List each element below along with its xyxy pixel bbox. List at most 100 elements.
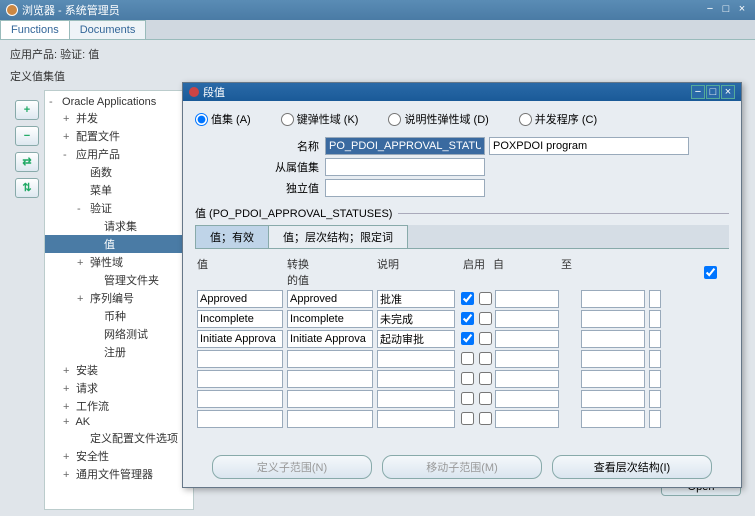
minimize-icon[interactable]: − xyxy=(703,3,717,17)
tree-item[interactable]: + 序列编号 xyxy=(45,289,193,307)
radio-keyflex[interactable]: 键弹性域 (K) xyxy=(281,111,359,127)
dlg-close-icon[interactable]: × xyxy=(721,85,735,99)
cell-chk2[interactable] xyxy=(479,312,492,325)
tree-item[interactable]: 值 xyxy=(45,235,193,253)
cell-to[interactable] xyxy=(581,350,645,368)
cell-end[interactable] xyxy=(649,330,661,348)
cell-value[interactable] xyxy=(197,390,283,408)
cell-from[interactable] xyxy=(495,310,559,328)
cell-to[interactable] xyxy=(581,330,645,348)
dlg-minimize-icon[interactable]: − xyxy=(691,85,705,99)
cell-value[interactable] xyxy=(197,310,283,328)
cell-enabled[interactable] xyxy=(461,332,474,345)
parent-field[interactable] xyxy=(325,158,485,176)
define-sub-button[interactable]: 定义子范围(N) xyxy=(212,455,372,479)
tree-item[interactable]: + 工作流 xyxy=(45,397,193,415)
cell-desc[interactable] xyxy=(377,350,455,368)
cell-conv[interactable] xyxy=(287,310,373,328)
cell-to[interactable] xyxy=(581,410,645,428)
tree-item[interactable]: 管理文件夹 xyxy=(45,271,193,289)
tree-item[interactable]: + AK xyxy=(45,415,193,429)
cell-enabled[interactable] xyxy=(461,412,474,425)
cell-end[interactable] xyxy=(649,370,661,388)
cell-end[interactable] xyxy=(649,390,661,408)
cell-end[interactable] xyxy=(649,310,661,328)
cell-conv[interactable] xyxy=(287,350,373,368)
tree-item[interactable]: 网络测试 xyxy=(45,325,193,343)
tree-item[interactable]: 请求集 xyxy=(45,217,193,235)
cell-value[interactable] xyxy=(197,330,283,348)
side-btn-2[interactable]: ⇄ xyxy=(15,152,39,172)
name-desc-field[interactable] xyxy=(489,137,689,155)
cell-desc[interactable] xyxy=(377,390,455,408)
cell-from[interactable] xyxy=(495,410,559,428)
close-icon[interactable]: × xyxy=(735,3,749,17)
cell-enabled[interactable] xyxy=(461,312,474,325)
cell-to[interactable] xyxy=(581,390,645,408)
group-enabled-checkbox[interactable] xyxy=(704,266,717,279)
cell-conv[interactable] xyxy=(287,390,373,408)
tree-item[interactable]: - 验证 xyxy=(45,199,193,217)
radio-concprog[interactable]: 并发程序 (C) xyxy=(519,111,597,127)
tree-item[interactable]: + 安全性 xyxy=(45,447,193,465)
cell-enabled[interactable] xyxy=(461,372,474,385)
radio-descflex[interactable]: 说明性弹性域 (D) xyxy=(388,111,488,127)
cell-chk2[interactable] xyxy=(479,352,492,365)
tree-item[interactable]: + 弹性域 xyxy=(45,253,193,271)
tree-item[interactable]: 函数 xyxy=(45,163,193,181)
tree-item[interactable]: + 通用文件管理器 xyxy=(45,465,193,483)
tree-item[interactable]: - 应用产品 xyxy=(45,145,193,163)
tree-item[interactable]: + 配置文件 xyxy=(45,127,193,145)
cell-from[interactable] xyxy=(495,330,559,348)
cell-chk2[interactable] xyxy=(479,292,492,305)
cell-chk2[interactable] xyxy=(479,392,492,405)
cell-to[interactable] xyxy=(581,290,645,308)
cell-value[interactable] xyxy=(197,370,283,388)
cell-conv[interactable] xyxy=(287,290,373,308)
cell-end[interactable] xyxy=(649,350,661,368)
cell-enabled[interactable] xyxy=(461,352,474,365)
side-btn-3[interactable]: ⇅ xyxy=(15,178,39,198)
name-field[interactable] xyxy=(325,137,485,155)
cell-desc[interactable] xyxy=(377,290,455,308)
tree-item[interactable]: + 安装 xyxy=(45,361,193,379)
side-btn-0[interactable]: + xyxy=(15,100,39,120)
cell-end[interactable] xyxy=(649,290,661,308)
move-sub-button[interactable]: 移动子范围(M) xyxy=(382,455,542,479)
cell-value[interactable] xyxy=(197,410,283,428)
tab-functions[interactable]: Functions xyxy=(0,20,70,39)
cell-enabled[interactable] xyxy=(461,392,474,405)
inner-tab-effective[interactable]: 值；有效 xyxy=(195,225,269,248)
tab-documents[interactable]: Documents xyxy=(69,20,147,39)
cell-from[interactable] xyxy=(495,390,559,408)
cell-desc[interactable] xyxy=(377,310,455,328)
indep-field[interactable] xyxy=(325,179,485,197)
maximize-icon[interactable]: □ xyxy=(719,3,733,17)
tree-item[interactable]: + 请求 xyxy=(45,379,193,397)
inner-tab-hierarchy[interactable]: 值；层次结构；限定词 xyxy=(268,225,408,248)
cell-value[interactable] xyxy=(197,350,283,368)
side-btn-1[interactable]: − xyxy=(15,126,39,146)
tree-item[interactable]: 币种 xyxy=(45,307,193,325)
cell-desc[interactable] xyxy=(377,410,455,428)
view-hier-button[interactable]: 查看层次结构(I) xyxy=(552,455,712,479)
cell-chk2[interactable] xyxy=(479,412,492,425)
cell-value[interactable] xyxy=(197,290,283,308)
tree-item[interactable]: + 并发 xyxy=(45,109,193,127)
cell-conv[interactable] xyxy=(287,410,373,428)
cell-enabled[interactable] xyxy=(461,292,474,305)
cell-desc[interactable] xyxy=(377,370,455,388)
cell-from[interactable] xyxy=(495,290,559,308)
tree-item[interactable]: 菜单 xyxy=(45,181,193,199)
tree-item[interactable]: 注册 xyxy=(45,343,193,361)
tree-item[interactable]: - Oracle Applications xyxy=(45,95,193,109)
cell-to[interactable] xyxy=(581,370,645,388)
cell-desc[interactable] xyxy=(377,330,455,348)
cell-chk2[interactable] xyxy=(479,332,492,345)
dlg-maximize-icon[interactable]: □ xyxy=(706,85,720,99)
cell-conv[interactable] xyxy=(287,370,373,388)
radio-valueset[interactable]: 值集 (A) xyxy=(195,111,251,127)
cell-end[interactable] xyxy=(649,410,661,428)
cell-from[interactable] xyxy=(495,370,559,388)
tree-item[interactable]: 定义配置文件选项 xyxy=(45,429,193,447)
